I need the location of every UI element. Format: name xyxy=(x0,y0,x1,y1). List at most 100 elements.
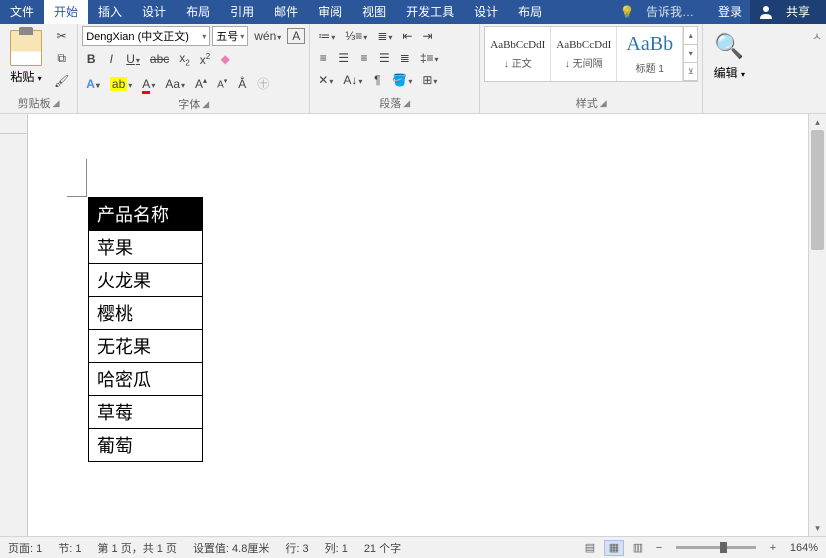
status-page-of[interactable]: 第 1 页，共 1 页 xyxy=(89,540,184,556)
zoom-in-button[interactable]: + xyxy=(766,542,780,554)
web-layout-button[interactable]: ▥ xyxy=(628,540,648,556)
menu-table-design[interactable]: 设计 xyxy=(464,0,508,24)
read-mode-button[interactable]: ▤ xyxy=(580,540,600,556)
paragraph-dialog-launcher[interactable]: ◢ xyxy=(403,98,410,109)
strikethrough-button[interactable]: abc xyxy=(146,49,173,69)
line-spacing-button[interactable]: ‡≡ xyxy=(416,48,443,68)
enclose-char-button[interactable]: A̐ xyxy=(233,74,251,94)
distributed-button[interactable]: ≣ xyxy=(396,48,414,68)
gallery-up[interactable]: ▴ xyxy=(684,27,697,45)
menu-developer[interactable]: 开发工具 xyxy=(396,0,464,24)
decrease-indent-button[interactable]: ⇤ xyxy=(398,26,416,46)
clear-formatting-button[interactable]: ◆ xyxy=(216,49,234,69)
format-painter-button[interactable]: 🖌 xyxy=(50,71,73,91)
increase-indent-button[interactable]: ⇥ xyxy=(418,26,436,46)
style-heading-1[interactable]: AaBb标题 1 xyxy=(617,27,683,81)
status-line[interactable]: 行: 3 xyxy=(277,540,316,556)
status-setting[interactable]: 设置值: 4.8厘米 xyxy=(185,540,277,556)
scroll-up-button[interactable]: ▴ xyxy=(809,114,826,130)
text-effects-button[interactable]: A xyxy=(82,74,104,94)
align-right-button[interactable]: ≡ xyxy=(355,48,373,68)
menu-mailings[interactable]: 邮件 xyxy=(264,0,308,24)
styles-dialog-launcher[interactable]: ◢ xyxy=(600,98,607,109)
superscript-button[interactable]: x2 xyxy=(196,49,214,70)
ribbon: 粘贴 ▾ ✂ ⧉ 🖌 剪贴板◢ DengXian (中文正文)▾ 五号▾ wén… xyxy=(0,24,826,114)
zoom-level[interactable]: 164% xyxy=(784,542,818,554)
cut-button[interactable]: ✂ xyxy=(50,26,73,46)
menu-file[interactable]: 文件 xyxy=(0,0,44,24)
justify-button[interactable]: ☰ xyxy=(375,48,394,68)
bullets-button[interactable]: ≔ xyxy=(314,26,339,46)
document-table[interactable]: 产品名称 苹果 火龙果 樱桃 无花果 哈密瓜 草莓 葡萄 xyxy=(88,197,203,462)
align-left-button[interactable]: ≡ xyxy=(314,48,332,68)
asian-layout-button[interactable]: ✕ xyxy=(314,70,337,90)
group-clipboard: 粘贴 ▾ ✂ ⧉ 🖌 剪贴板◢ xyxy=(0,24,78,113)
vertical-ruler[interactable] xyxy=(0,134,28,536)
group-font: DengXian (中文正文)▾ 五号▾ wén A B I U abc x2 … xyxy=(78,24,310,113)
gallery-down[interactable]: ▾ xyxy=(684,45,697,63)
status-words[interactable]: 21 个字 xyxy=(356,540,409,556)
gallery-more[interactable]: ⊻ xyxy=(684,63,697,81)
search-icon: 🔍 xyxy=(713,30,745,62)
table-row: 草莓 xyxy=(89,396,203,429)
underline-button[interactable]: U xyxy=(122,49,144,69)
status-section[interactable]: 节: 1 xyxy=(50,540,89,556)
shrink-font-button[interactable]: A▾ xyxy=(213,74,231,93)
sort-button[interactable]: A↓ xyxy=(339,70,366,90)
menu-insert[interactable]: 插入 xyxy=(88,0,132,24)
clipboard-dialog-launcher[interactable]: ◢ xyxy=(53,98,60,109)
table-cell: 草莓 xyxy=(89,396,203,429)
status-column[interactable]: 列: 1 xyxy=(317,540,356,556)
font-color-button[interactable]: A xyxy=(138,74,159,94)
zoom-slider[interactable] xyxy=(676,546,756,549)
collapse-ribbon-button[interactable]: ㅅ xyxy=(808,24,826,113)
subscript-button[interactable]: x2 xyxy=(175,48,193,70)
menu-review[interactable]: 审阅 xyxy=(308,0,352,24)
menu-table-layout[interactable]: 布局 xyxy=(508,0,552,24)
highlight-button[interactable]: ab xyxy=(106,74,136,94)
italic-button[interactable]: I xyxy=(102,49,120,69)
borders-button[interactable]: ⊞ xyxy=(418,70,441,90)
login-button[interactable]: 登录 xyxy=(710,0,750,24)
align-center-button[interactable]: ☰ xyxy=(334,48,353,68)
tell-me-search[interactable]: 💡 告诉我… xyxy=(612,0,710,24)
table-cell: 葡萄 xyxy=(89,429,203,462)
menu-design[interactable]: 设计 xyxy=(132,0,176,24)
style-normal[interactable]: AaBbCcDdI↓ 正文 xyxy=(485,27,551,81)
font-name-combo[interactable]: DengXian (中文正文)▾ xyxy=(82,26,210,46)
paste-button[interactable]: 粘贴 ▾ xyxy=(4,26,48,89)
circled-char-button[interactable]: ㊉ xyxy=(253,72,273,95)
table-cell: 火龙果 xyxy=(89,264,203,297)
group-styles: AaBbCcDdI↓ 正文 AaBbCcDdI↓ 无间隔 AaBb标题 1 ▴ … xyxy=(480,24,703,113)
multilevel-button[interactable]: ≣ xyxy=(373,26,396,46)
print-layout-button[interactable]: ▦ xyxy=(604,540,624,556)
numbering-button[interactable]: ⅓≡ xyxy=(341,26,371,46)
zoom-out-button[interactable]: − xyxy=(652,542,666,554)
menu-references[interactable]: 引用 xyxy=(220,0,264,24)
menu-view[interactable]: 视图 xyxy=(352,0,396,24)
status-page[interactable]: 页面: 1 xyxy=(0,540,50,556)
shading-button[interactable]: 🪣 xyxy=(388,70,416,90)
font-size-combo[interactable]: 五号▾ xyxy=(212,26,248,46)
share-button[interactable]: 共享 xyxy=(750,0,826,24)
table-cell: 哈密瓜 xyxy=(89,363,203,396)
change-case-button[interactable]: Aa xyxy=(161,74,189,94)
grow-font-button[interactable]: A▴ xyxy=(191,73,211,94)
show-marks-button[interactable]: ¶ xyxy=(368,70,386,90)
menu-layout[interactable]: 布局 xyxy=(176,0,220,24)
menu-home[interactable]: 开始 xyxy=(44,0,88,24)
ruler-corner xyxy=(0,114,28,134)
font-dialog-launcher[interactable]: ◢ xyxy=(202,99,209,110)
bold-button[interactable]: B xyxy=(82,49,100,69)
style-no-spacing[interactable]: AaBbCcDdI↓ 无间隔 xyxy=(551,27,617,81)
find-button[interactable]: 🔍 编辑 ▾ xyxy=(707,26,751,85)
table-row: 产品名称 xyxy=(89,198,203,231)
status-bar: 页面: 1 节: 1 第 1 页，共 1 页 设置值: 4.8厘米 行: 3 列… xyxy=(0,536,826,558)
phonetic-guide-button[interactable]: wén xyxy=(250,26,285,46)
scroll-down-button[interactable]: ▾ xyxy=(809,520,826,536)
vertical-scrollbar[interactable]: ▴ ▾ xyxy=(808,114,826,536)
document-area[interactable]: 产品名称 苹果 火龙果 樱桃 无花果 哈密瓜 草莓 葡萄 xyxy=(28,114,808,536)
scroll-thumb[interactable] xyxy=(811,130,824,250)
char-border-button[interactable]: A xyxy=(287,28,305,44)
copy-button[interactable]: ⧉ xyxy=(50,48,73,69)
